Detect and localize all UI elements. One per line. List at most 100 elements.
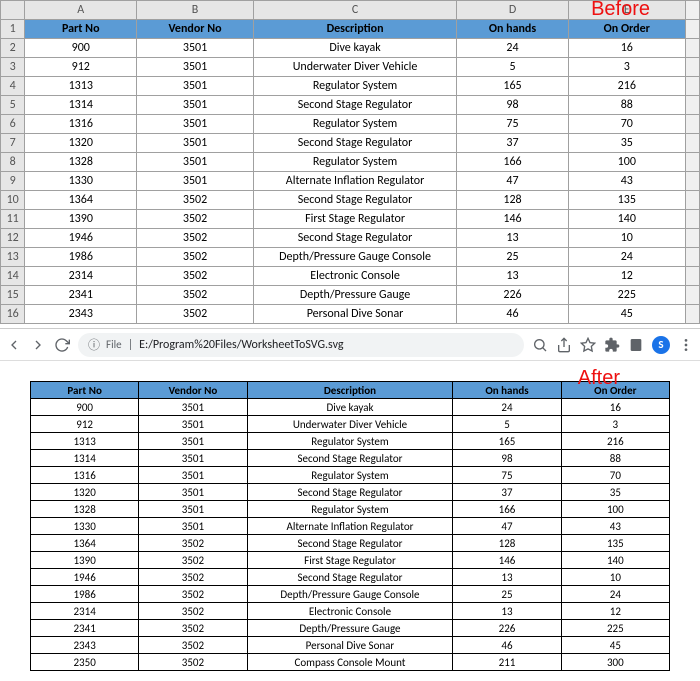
data-cell[interactable]: 35 — [568, 134, 685, 153]
forward-icon[interactable] — [30, 337, 46, 353]
data-cell[interactable]: 24 — [457, 39, 569, 58]
row-header[interactable]: 6 — [1, 115, 25, 134]
data-cell[interactable]: 25 — [457, 248, 569, 267]
data-cell[interactable]: 1328 — [25, 153, 137, 172]
reading-list-icon[interactable] — [628, 337, 644, 353]
menu-icon[interactable] — [678, 337, 694, 353]
data-cell[interactable]: Regulator System — [253, 153, 456, 172]
scroll-area[interactable] — [685, 191, 699, 210]
data-cell[interactable]: 45 — [568, 305, 685, 324]
column-header[interactable]: D — [457, 1, 569, 20]
data-cell[interactable]: 1364 — [25, 191, 137, 210]
column-header[interactable]: A — [25, 1, 137, 20]
data-cell[interactable]: 3502 — [137, 191, 254, 210]
data-cell[interactable]: 75 — [457, 115, 569, 134]
scroll-area[interactable] — [685, 267, 699, 286]
data-cell[interactable]: 912 — [25, 58, 137, 77]
data-cell[interactable]: 226 — [457, 286, 569, 305]
row-header[interactable]: 3 — [1, 58, 25, 77]
row-header[interactable]: 9 — [1, 172, 25, 191]
data-cell[interactable]: 1390 — [25, 210, 137, 229]
column-header[interactable]: C — [253, 1, 456, 20]
scroll-area[interactable] — [685, 210, 699, 229]
data-cell[interactable]: 3502 — [137, 248, 254, 267]
scroll-area[interactable] — [685, 39, 699, 58]
data-cell[interactable]: 1316 — [25, 115, 137, 134]
data-cell[interactable]: 98 — [457, 96, 569, 115]
data-header-cell[interactable]: Vendor No — [137, 20, 254, 39]
scroll-area[interactable] — [685, 248, 699, 267]
zoom-icon[interactable] — [532, 337, 548, 353]
row-header[interactable]: 10 — [1, 191, 25, 210]
scroll-area[interactable] — [685, 77, 699, 96]
data-cell[interactable]: 1314 — [25, 96, 137, 115]
data-cell[interactable]: 24 — [568, 248, 685, 267]
row-header[interactable]: 14 — [1, 267, 25, 286]
data-cell[interactable]: Depth/Pressure Gauge — [253, 286, 456, 305]
data-cell[interactable]: Second Stage Regulator — [253, 191, 456, 210]
scroll-area[interactable] — [685, 1, 699, 20]
data-cell[interactable]: 88 — [568, 96, 685, 115]
row-header[interactable]: 8 — [1, 153, 25, 172]
data-cell[interactable]: 16 — [568, 39, 685, 58]
data-cell[interactable]: 46 — [457, 305, 569, 324]
data-cell[interactable]: 135 — [568, 191, 685, 210]
spreadsheet-grid[interactable]: ABCDE1Part NoVendor NoDescriptionOn hand… — [0, 0, 700, 324]
row-header[interactable]: 4 — [1, 77, 25, 96]
data-cell[interactable]: 5 — [457, 58, 569, 77]
scroll-area[interactable] — [685, 58, 699, 77]
row-header[interactable]: 16 — [1, 305, 25, 324]
data-cell[interactable]: Underwater Diver Vehicle — [253, 58, 456, 77]
back-icon[interactable] — [6, 337, 22, 353]
data-cell[interactable]: 3501 — [137, 153, 254, 172]
data-cell[interactable]: 3502 — [137, 286, 254, 305]
row-header[interactable]: 5 — [1, 96, 25, 115]
data-cell[interactable]: 70 — [568, 115, 685, 134]
row-header[interactable]: 12 — [1, 229, 25, 248]
scroll-area[interactable] — [685, 172, 699, 191]
data-cell[interactable]: Depth/Pressure Gauge Console — [253, 248, 456, 267]
extensions-icon[interactable] — [604, 337, 620, 353]
data-cell[interactable]: 2341 — [25, 286, 137, 305]
data-cell[interactable]: 165 — [457, 77, 569, 96]
data-cell[interactable]: 3501 — [137, 115, 254, 134]
data-cell[interactable]: 1313 — [25, 77, 137, 96]
scroll-area[interactable] — [685, 305, 699, 324]
data-cell[interactable]: 216 — [568, 77, 685, 96]
reload-icon[interactable] — [54, 337, 70, 353]
scroll-area[interactable] — [685, 229, 699, 248]
data-cell[interactable]: 1986 — [25, 248, 137, 267]
scroll-area[interactable] — [685, 134, 699, 153]
data-cell[interactable]: 3501 — [137, 96, 254, 115]
data-cell[interactable]: 3502 — [137, 305, 254, 324]
data-cell[interactable]: 1946 — [25, 229, 137, 248]
data-header-cell[interactable]: On hands — [457, 20, 569, 39]
data-cell[interactable]: 128 — [457, 191, 569, 210]
data-cell[interactable]: 10 — [568, 229, 685, 248]
data-cell[interactable]: 12 — [568, 267, 685, 286]
data-cell[interactable]: 3501 — [137, 77, 254, 96]
share-icon[interactable] — [556, 337, 572, 353]
data-header-cell[interactable]: Part No — [25, 20, 137, 39]
data-cell[interactable]: 900 — [25, 39, 137, 58]
select-all-cell[interactable] — [1, 1, 25, 20]
data-cell[interactable]: Second Stage Regulator — [253, 96, 456, 115]
data-header-cell[interactable]: Description — [253, 20, 456, 39]
data-cell[interactable]: 1330 — [25, 172, 137, 191]
scroll-area[interactable] — [685, 115, 699, 134]
data-cell[interactable]: Personal Dive Sonar — [253, 305, 456, 324]
address-bar[interactable]: ⓘ File | E:/Program%20Files/WorksheetToS… — [78, 333, 524, 357]
star-icon[interactable] — [580, 337, 596, 353]
row-header[interactable]: 11 — [1, 210, 25, 229]
data-cell[interactable]: 3501 — [137, 58, 254, 77]
data-cell[interactable]: 100 — [568, 153, 685, 172]
data-cell[interactable]: 13 — [457, 229, 569, 248]
column-header[interactable]: B — [137, 1, 254, 20]
data-cell[interactable]: 140 — [568, 210, 685, 229]
data-cell[interactable]: 1320 — [25, 134, 137, 153]
data-cell[interactable]: 146 — [457, 210, 569, 229]
data-cell[interactable]: 3501 — [137, 39, 254, 58]
data-cell[interactable]: Regulator System — [253, 77, 456, 96]
data-cell[interactable]: 43 — [568, 172, 685, 191]
scroll-area[interactable] — [685, 286, 699, 305]
